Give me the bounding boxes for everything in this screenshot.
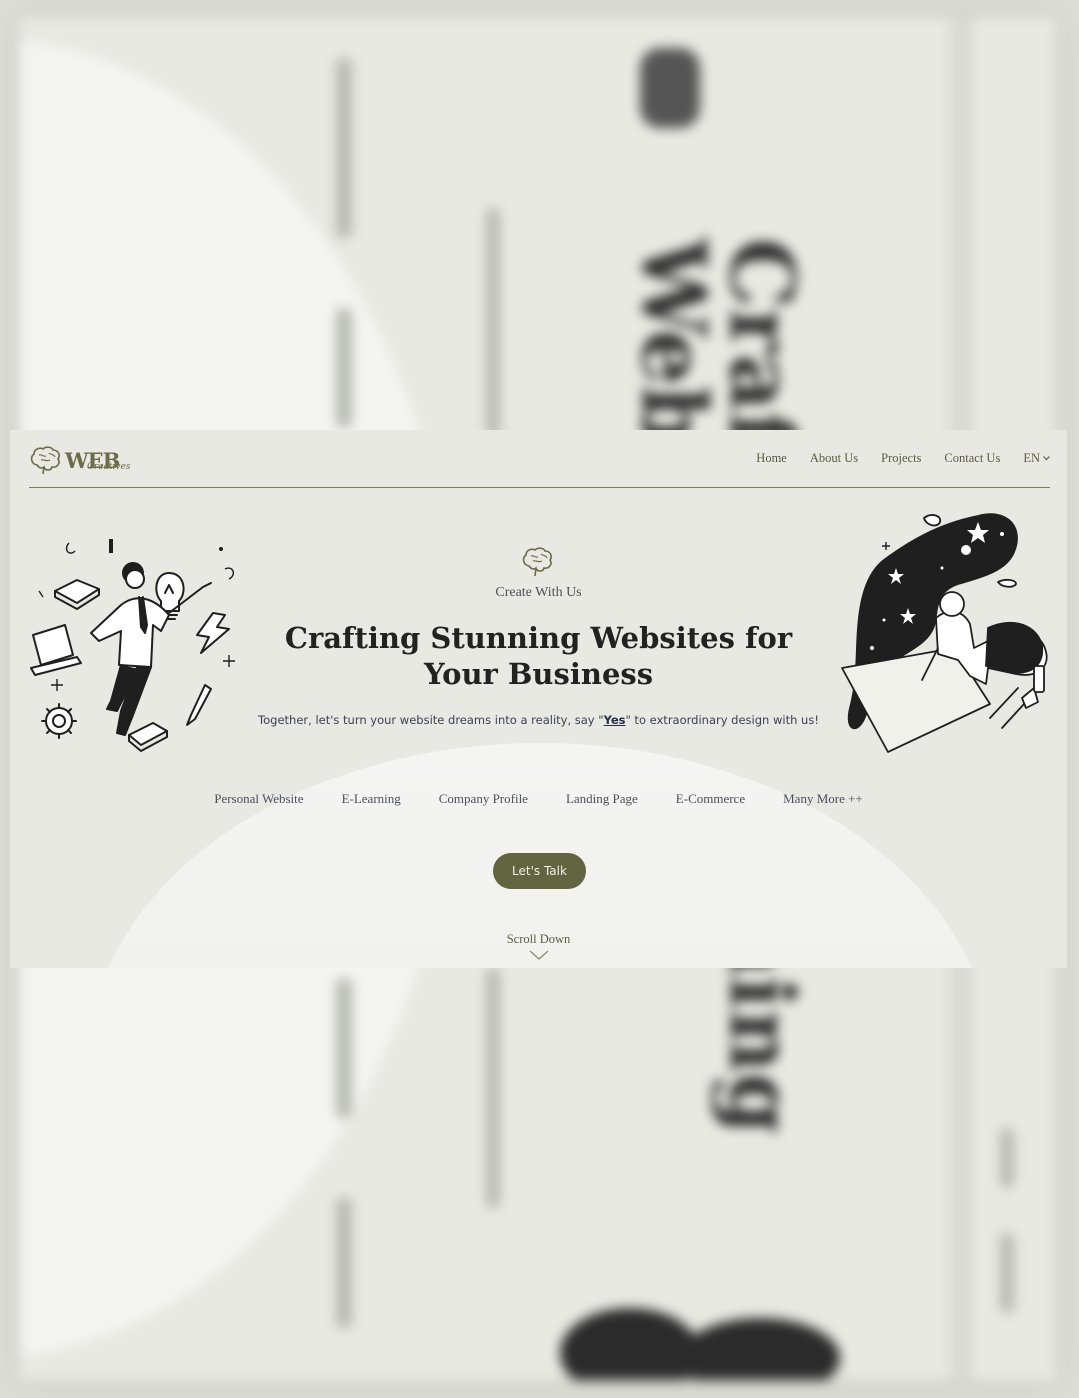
logo[interactable]: WEB Creatives [29,445,130,475]
service-many-more[interactable]: Many More ++ [783,791,863,807]
chevron-down-icon [1043,456,1050,461]
background-bar [1000,1233,1014,1313]
nav-about-us[interactable]: About Us [810,451,858,466]
brain-icon [522,547,552,577]
background-bar [1000,1128,1014,1188]
nav-projects[interactable]: Projects [881,451,921,466]
nav-links: Home About Us Projects Contact Us EN [733,451,1050,466]
subline-text-end: " to extraordinary design with us! [625,713,819,727]
background-bar [336,308,352,428]
background-bar [486,208,500,438]
background-blob [640,48,700,128]
scroll-down-link[interactable]: Scroll Down [10,932,1067,947]
lets-talk-button[interactable]: Let's Talk [493,853,586,889]
background-bar [336,978,352,1118]
chevron-down-icon[interactable] [529,950,549,961]
background-bar [336,58,352,238]
service-e-commerce[interactable]: E-Commerce [676,791,745,807]
service-list: Personal Website E-Learning Company Prof… [10,791,1067,807]
subline-text: Together, let's turn your website dreams… [258,713,604,727]
subline-emphasis: Yes [603,713,626,727]
logo-text: WEB Creatives [65,448,130,473]
service-company-profile[interactable]: Company Profile [439,791,528,807]
service-e-learning[interactable]: E-Learning [342,791,401,807]
navbar: WEB Creatives Home About Us Projects Con… [29,430,1050,488]
brain-icon [30,446,60,475]
service-landing-page[interactable]: Landing Page [566,791,638,807]
nav-home[interactable]: Home [756,451,787,466]
nav-contact-us[interactable]: Contact Us [944,451,1000,466]
language-label: EN [1023,451,1040,465]
background-bar [486,968,500,1208]
woman-drawing-galaxy-illustration [841,513,1048,753]
hero-page: WEB Creatives Home About Us Projects Con… [10,430,1067,968]
logo-subtitle: Creatives [87,461,131,472]
background-bar [336,1198,352,1328]
language-selector[interactable]: EN [1023,451,1050,466]
service-personal-website[interactable]: Personal Website [214,791,303,807]
